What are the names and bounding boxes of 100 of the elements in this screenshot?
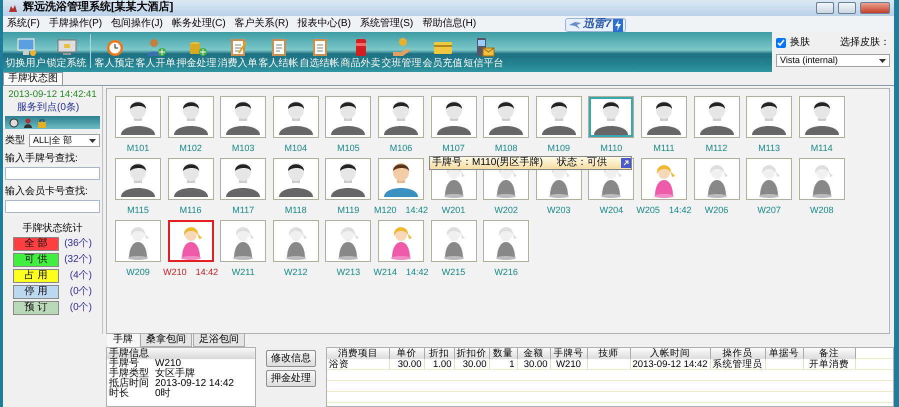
status-filter-button[interactable]: 可 供 xyxy=(13,253,59,268)
datetime: 2013-09-12 14:42:41 xyxy=(7,89,98,100)
dropdown-caret-icon xyxy=(89,138,96,143)
column-header[interactable]: 折扣价 xyxy=(454,348,489,359)
tab[interactable]: 桑拿包间 xyxy=(140,334,192,347)
toolbar-button[interactable]: 商品外卖 xyxy=(340,36,381,70)
table-cell: W210 xyxy=(550,359,587,370)
toolbar-button[interactable]: 切换用户 xyxy=(5,36,46,70)
type-label: 类型 xyxy=(5,134,25,147)
status-count: (0个) xyxy=(70,302,92,314)
maximize-button[interactable] xyxy=(838,2,856,14)
checkbox[interactable] xyxy=(776,38,786,48)
tab[interactable]: 足浴包间 xyxy=(193,334,245,347)
card-number: W214 xyxy=(373,267,397,279)
field-value: 0时 xyxy=(155,389,171,399)
column-header[interactable]: 金额 xyxy=(517,348,550,359)
toolbar-button[interactable]: 锁定系统 xyxy=(46,36,87,70)
menu-item[interactable]: 系统(F) xyxy=(7,18,40,30)
column-header[interactable]: 备注 xyxy=(803,348,856,359)
lock-icon[interactable] xyxy=(37,118,47,128)
minimize-button[interactable] xyxy=(816,2,834,14)
card-number: M104 xyxy=(284,143,308,155)
card-number: M119 xyxy=(337,205,360,217)
search-label: 输入手牌号查找: xyxy=(5,153,79,166)
bird-icon xyxy=(569,20,582,30)
card-number: M102 xyxy=(179,143,202,155)
toolbar-button[interactable]: 交班管理 xyxy=(381,36,422,70)
menu-item[interactable]: 客户关系(R) xyxy=(234,18,289,30)
card-number: M120 xyxy=(374,205,396,217)
card-number: M109 xyxy=(547,143,570,155)
member-search-field[interactable] xyxy=(5,200,100,214)
card-number: W212 xyxy=(284,267,308,279)
card-search-field[interactable] xyxy=(5,167,100,180)
status-filter-button[interactable]: 预 订 xyxy=(13,301,59,316)
field-value: 2013-09-12 14:42 xyxy=(155,379,234,389)
menu-item[interactable]: 报表中心(B) xyxy=(298,18,351,30)
action-button[interactable]: 修改信息 xyxy=(266,350,316,367)
lightning-icon xyxy=(613,18,624,32)
table-cell: 1 xyxy=(489,359,517,370)
menu-item[interactable]: 手牌操作(P) xyxy=(48,18,102,30)
card-number: W206 xyxy=(704,205,728,217)
toolbar-button[interactable]: 消费入单 xyxy=(217,36,258,70)
column-header[interactable]: 入帐时间 xyxy=(630,348,710,359)
column-header[interactable]: 数量 xyxy=(489,348,517,359)
toolbar-button[interactable]: 自选结帐 xyxy=(299,36,340,70)
card-number: M111 xyxy=(653,143,675,155)
tab[interactable]: 手牌 xyxy=(107,334,139,347)
stats-title: 手牌状态统计 xyxy=(22,223,84,236)
type-dropdown[interactable]: ALL|全 部 xyxy=(29,134,100,148)
status-filter-button[interactable]: 全 部 xyxy=(13,237,59,252)
menu-item[interactable]: 帮助信息(H) xyxy=(422,18,476,30)
card-number: M108 xyxy=(494,143,518,155)
action-button[interactable]: 押金处理 xyxy=(266,370,316,387)
pin-icon[interactable] xyxy=(620,158,631,168)
tab[interactable]: 手牌状态图 xyxy=(3,72,63,85)
toolbar-button[interactable]: 短信平台 xyxy=(463,36,504,70)
toolbar-button[interactable]: 客人开单 xyxy=(135,36,176,70)
status-filter-button[interactable]: 占 用 xyxy=(13,269,59,284)
field-value: 女区手牌 xyxy=(155,369,195,379)
card-number: W211 xyxy=(232,267,255,279)
card-time: 14:42 xyxy=(405,205,428,217)
card-number: M118 xyxy=(284,205,307,217)
table-cell: 1.00 xyxy=(424,359,454,370)
table-cell: 30.00 xyxy=(454,359,489,370)
field-label: 手牌号 xyxy=(109,359,139,369)
field-label: 时长 xyxy=(109,389,130,399)
computer-icon xyxy=(14,36,36,58)
card-number: M115 xyxy=(127,205,149,217)
toolbar-button[interactable]: 客人预定 xyxy=(94,36,135,70)
menu-item[interactable]: 帐务处理(C) xyxy=(172,18,226,30)
card-time: 14:42 xyxy=(668,205,692,217)
toolbar-button[interactable]: 押金处理 xyxy=(176,36,217,70)
person-icon[interactable] xyxy=(23,118,33,128)
status-count: (4个) xyxy=(70,270,92,282)
column-header[interactable]: 单价 xyxy=(389,348,424,359)
person-add-icon xyxy=(144,36,166,58)
skin-toggle[interactable]: 换肤 xyxy=(776,36,810,49)
column-header[interactable]: 手牌号 xyxy=(550,348,587,359)
service-link[interactable]: 服务到点(0条) xyxy=(17,102,100,114)
card-number: W202 xyxy=(494,205,518,217)
menu-item[interactable]: 系统管理(S) xyxy=(360,18,414,30)
hand-coins-icon xyxy=(390,36,412,58)
column-header[interactable]: 技师 xyxy=(587,348,630,359)
card-number: M110 xyxy=(600,143,622,155)
column-header[interactable]: 单据号 xyxy=(765,348,804,359)
skin-dropdown[interactable]: Vista (internal) xyxy=(776,54,890,68)
toolbar-button[interactable]: 客人结帐 xyxy=(258,36,299,70)
column-header[interactable]: 消费项目 xyxy=(327,348,389,359)
ad-badge[interactable]: 迅雷7 xyxy=(565,18,626,32)
column-header[interactable]: 折扣 xyxy=(424,348,454,359)
dropdown-caret-icon xyxy=(879,58,886,63)
table-cell: 系统管理员 xyxy=(710,359,766,370)
menu-item[interactable]: 包间操作(J) xyxy=(111,18,163,30)
status-filter-button[interactable]: 停 用 xyxy=(13,285,59,300)
toolbar-button[interactable]: 会员充值 xyxy=(422,36,463,70)
status-count: (32个) xyxy=(64,254,92,266)
card-number: M114 xyxy=(810,143,833,155)
column-header[interactable]: 操作员 xyxy=(710,348,766,359)
card-number: W207 xyxy=(757,205,781,217)
card-number: M117 xyxy=(232,205,254,217)
